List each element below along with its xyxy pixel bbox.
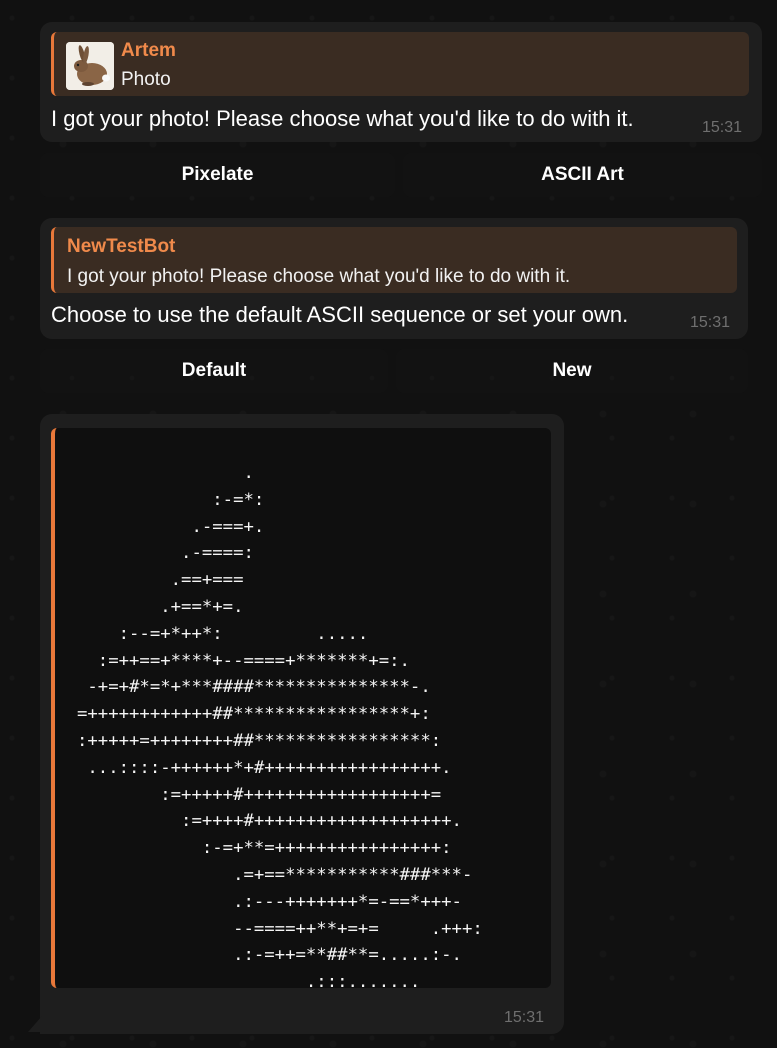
new-button[interactable]: New bbox=[396, 349, 748, 393]
ascii-art-text: . :-=*: .-===+. .-====: .==+=== .+==*+=.… bbox=[77, 463, 483, 993]
reply-preview-text: Photo bbox=[121, 69, 171, 90]
photo-thumbnail[interactable] bbox=[66, 42, 114, 90]
message-time: 15:31 bbox=[702, 119, 743, 136]
reply-sender-name: Artem bbox=[121, 40, 176, 61]
message-time: 15:31 bbox=[690, 314, 731, 331]
reply-preview-text: I got your photo! Please choose what you… bbox=[67, 266, 571, 287]
reply-sender-name: NewTestBot bbox=[67, 236, 176, 257]
message-text: Choose to use the default ASCII sequence… bbox=[51, 302, 629, 327]
bubble-tail bbox=[28, 1016, 42, 1032]
rabbit-image bbox=[66, 42, 114, 90]
default-button[interactable]: Default bbox=[40, 349, 388, 393]
message-text: I got your photo! Please choose what you… bbox=[51, 106, 634, 131]
pixelate-button[interactable]: Pixelate bbox=[40, 153, 395, 197]
message-time: 15:31 bbox=[504, 1009, 545, 1026]
ascii-art-code-block[interactable]: . :-=*: .-===+. .-====: .==+=== .+==*+=.… bbox=[51, 428, 551, 992]
ascii-art-button[interactable]: ASCII Art bbox=[403, 153, 762, 197]
